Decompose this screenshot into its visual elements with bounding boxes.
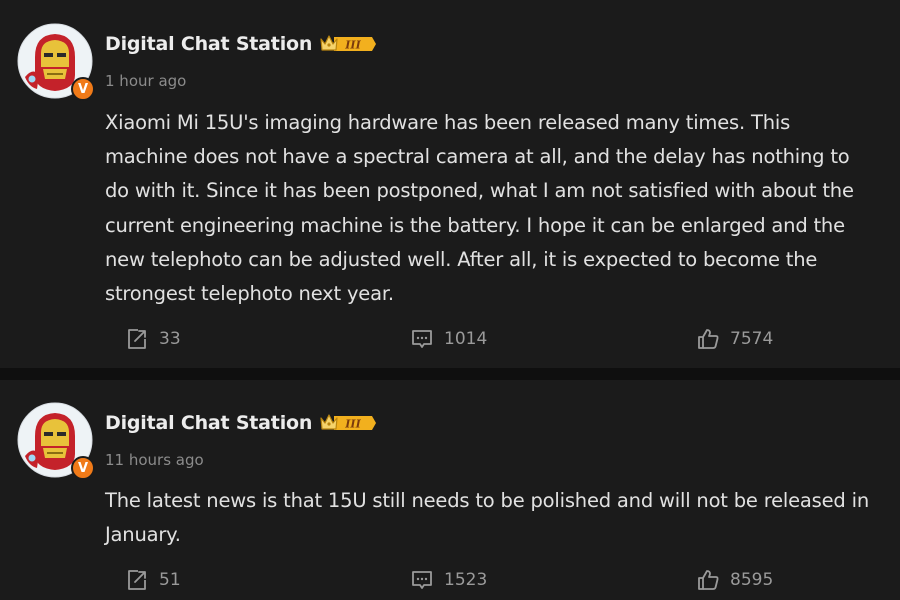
svg-text:III: III: [344, 418, 361, 431]
share-button[interactable]: 33: [125, 324, 181, 354]
share-icon: [128, 570, 146, 590]
thumbs-up-icon: [698, 570, 719, 590]
action-bar: 33 1014 7574: [0, 324, 900, 354]
comment-button[interactable]: 1014: [410, 324, 487, 354]
verified-badge: V: [71, 77, 95, 101]
thumbs-up-icon: [698, 329, 719, 349]
like-button[interactable]: 8595: [696, 565, 773, 595]
post-text: Xiaomi Mi 15U's imaging hardware has bee…: [105, 111, 854, 306]
comment-count: 1014: [444, 329, 488, 349]
comment-icon: [412, 571, 432, 589]
comment-button[interactable]: 1523: [410, 565, 487, 595]
share-count: 33: [159, 329, 181, 349]
verified-badge: V: [71, 456, 95, 480]
crown-icon: III: [320, 35, 377, 52]
timestamp: 1 hour ago: [105, 72, 187, 90]
action-bar: 51 1523 8595: [0, 565, 900, 595]
share-button[interactable]: 51: [125, 565, 181, 595]
user-row: Digital Chat Station III: [105, 33, 377, 55]
user-row: Digital Chat Station III: [105, 412, 377, 434]
crown-icon: III: [320, 414, 377, 431]
svg-text:III: III: [344, 39, 361, 52]
like-count: 8595: [730, 570, 774, 590]
timestamp: 11 hours ago: [105, 451, 204, 469]
share-icon: [128, 329, 146, 349]
username[interactable]: Digital Chat Station: [105, 33, 312, 55]
avatar[interactable]: V: [17, 23, 95, 101]
comment-count: 1523: [444, 570, 488, 590]
post-text: The latest news is that 15U still needs …: [105, 489, 869, 547]
post-divider: [0, 368, 900, 380]
share-count: 51: [159, 570, 181, 590]
like-count: 7574: [730, 329, 774, 349]
like-button[interactable]: 7574: [696, 324, 773, 354]
avatar[interactable]: V: [17, 402, 95, 480]
username[interactable]: Digital Chat Station: [105, 412, 312, 434]
comment-icon: [412, 330, 432, 348]
post-card[interactable]: V Digital Chat Station III 11 hours ago …: [0, 380, 900, 600]
post-card[interactable]: V Digital Chat Station III 1 hour ago Xi…: [0, 0, 900, 368]
